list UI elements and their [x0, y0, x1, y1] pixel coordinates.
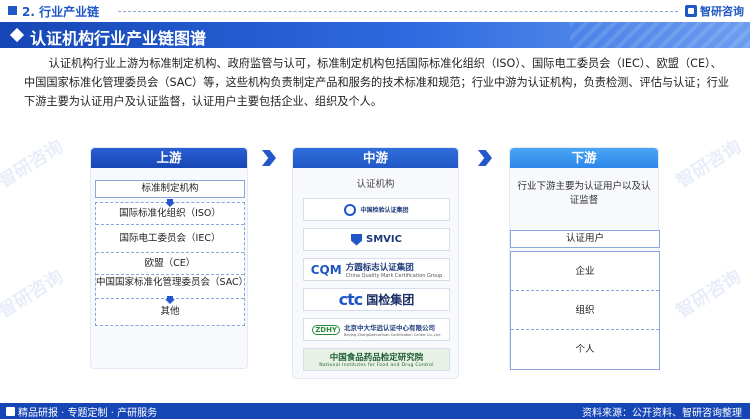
brand-icon: [685, 5, 697, 17]
section-title: 2. 行业产业链: [22, 5, 100, 19]
downstream-title: 下游: [510, 148, 658, 168]
ccic-logo-icon: [344, 203, 357, 216]
header-rule: [118, 11, 678, 12]
watermark: 智研咨询: [0, 136, 67, 193]
watermark: 智研咨询: [672, 266, 745, 323]
midstream-subtitle: 认证机构: [356, 179, 395, 190]
banner-decoration: [570, 22, 750, 48]
smvic-shield-icon: [351, 233, 363, 246]
upstream-items: 国际标准化组织（ISO） 国际电工委员会（IEC） 欧盟（CE） 中国国家标准化…: [95, 202, 248, 326]
logo-ccic: 中国检验认证集团: [303, 198, 450, 221]
brand-icon: [6, 407, 15, 416]
footer-left: 精品研报 · 专题定制 · 产研服务: [6, 404, 157, 419]
downstream-subtitle: 行业下游主要为认证用户以及认证监督: [517, 181, 651, 206]
diamond-icon: [9, 27, 25, 43]
logo-nifdc: 中国食品药品检定研究院 National Institutes for Food…: [303, 348, 450, 371]
downstream-main-item: 认证用户: [510, 230, 660, 248]
list-item: 组织: [511, 291, 659, 330]
midstream-column: 中游 认证机构 中国检验认证集团 SMVIC CQM 方圆标志认证集团 Chin…: [292, 147, 459, 379]
list-item: 个人: [575, 344, 595, 355]
top-bar: 2. 行业产业链 智研咨询: [0, 0, 750, 22]
footer-tagline: 精品研报 · 专题定制 · 产研服务: [18, 408, 158, 419]
upstream-column: 上游 标准制定机构 国际标准化组织（ISO） 国际电工委员会（IEC） 欧盟（C…: [90, 147, 248, 369]
chevron-right-icon: [262, 150, 276, 166]
list-item: 国际电工委员会（IEC）: [96, 225, 244, 253]
logo-zdhy: ZDHY 北京中大华远认证中心有限公司 Beijing ZhongDaHuaYu…: [303, 318, 450, 341]
title-banner: 认证机构行业产业链图谱: [0, 22, 750, 48]
logo-smvic: SMVIC: [303, 228, 450, 251]
list-item: 企业: [511, 252, 659, 291]
footer-source: 资料来源：公开资料、智研咨询整理: [582, 408, 742, 419]
section-marker-icon: [8, 6, 17, 15]
midstream-title: 中游: [293, 148, 458, 168]
logo-cqm: CQM 方圆标志认证集团 China Quality Mark Certific…: [303, 258, 450, 281]
list-item: 欧盟（CE）: [96, 253, 244, 275]
page-title: 认证机构行业产业链图谱: [30, 29, 207, 48]
upstream-title: 上游: [91, 148, 247, 168]
watermark: 智研咨询: [672, 136, 745, 193]
watermark: 智研咨询: [0, 266, 67, 323]
chevron-right-icon: [478, 150, 492, 166]
list-item: 中国国家标准化管理委员会（SAC）: [96, 275, 248, 299]
footer-bar: 精品研报 · 专题定制 · 产研服务 资料来源：公开资料、智研咨询整理: [0, 403, 750, 419]
downstream-column: 下游 行业下游主要为认证用户以及认证监督 认证用户 企业 组织 个人: [509, 147, 660, 370]
downstream-items: 企业 组织 个人: [510, 251, 660, 370]
brand-name: 智研咨询: [700, 5, 744, 18]
upstream-main-item: 标准制定机构: [95, 180, 245, 198]
logo-ctc: ctc 国检集团: [303, 288, 450, 311]
brand-logo: 智研咨询: [685, 3, 744, 19]
intro-paragraph: 认证机构行业上游为标准制定机构、政府监管与认可，标准制定机构包括国际标准化组织（…: [24, 57, 730, 108]
